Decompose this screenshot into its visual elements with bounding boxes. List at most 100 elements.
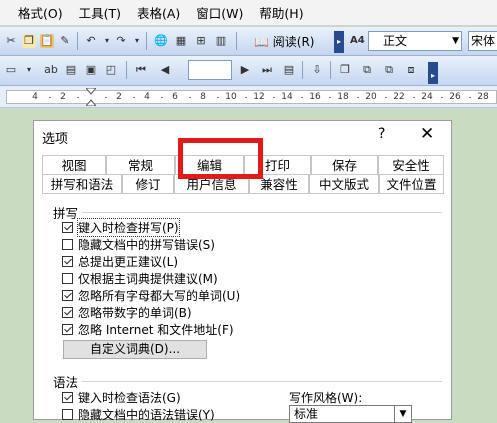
cut-icon[interactable]: ✂ [4,34,18,48]
menu-bar: 格式(O) 工具(T) 表格(A) 窗口(W) 帮助(H) [0,0,497,26]
tab-user-info[interactable]: 用户信息 [174,174,249,193]
checkbox[interactable] [62,408,73,420]
tab-security[interactable]: 安全性 [378,155,444,174]
tab-save[interactable]: 保存 [311,155,378,174]
option-main-dictionary-only[interactable]: 仅根据主词典提供建议(M) [62,270,218,286]
checkbox[interactable] [62,255,73,267]
ruler-number: 20 [365,92,377,102]
custom-dictionaries-button[interactable]: 自定义词典(D)... [63,340,207,359]
redo-icon[interactable]: ↷ [114,34,128,48]
ruler-tick [189,97,191,98]
dropdown-icon[interactable]: ▾ [22,63,36,77]
ruler-number: 8 [200,92,206,102]
insert-table-icon[interactable]: ⊞ [194,34,208,48]
page-options-icon[interactable]: ⧈ [404,63,418,77]
format-painter-icon[interactable]: ✎ [58,34,72,48]
option-always-suggest[interactable]: 总提出更正建议(L) [62,253,178,269]
tab-file-locations[interactable]: 文件位置 [379,174,444,193]
next-page-icon[interactable]: ▶ [238,63,252,77]
option-hide-spelling-errors[interactable]: 隐藏文档中的拼写错误(S) [62,236,215,252]
checkbox[interactable] [62,238,73,250]
option-label: 仅根据主词典提供建议(M) [78,271,218,286]
page-setup-icon[interactable]: ▣ [84,63,98,77]
menu-help[interactable]: 帮助(H) [259,3,303,22]
font-dropdown[interactable]: 宋体 [468,31,497,51]
option-ignore-internet-addresses[interactable]: 忽略 Internet 和文件地址(F) [62,321,234,337]
close-icon[interactable]: ✕ [420,124,434,144]
copy-icon[interactable]: ❐ [22,34,36,48]
option-label: 隐藏文档中的拼写错误(S) [78,237,215,252]
ruler-tick [77,97,79,98]
writing-style-label: 写作风格(W): [289,391,363,405]
group-divider [82,212,442,213]
option-ignore-numbers[interactable]: 忽略带数字的单词(B) [62,304,192,320]
ruler-tick [329,97,331,98]
ruler-number: 4 [144,92,150,102]
toolbar-item-icon[interactable]: ▭ [4,63,18,77]
insert-icon[interactable]: ⇩ [310,63,324,77]
option-label: 忽略 Internet 和文件地址(F) [78,322,234,337]
checkbox[interactable] [62,272,73,284]
ruler-tick [357,97,359,98]
checkbox[interactable] [62,221,73,233]
option-hide-grammar-errors[interactable]: 隐藏文档中的语法错误(Y) [62,406,215,422]
checkbox[interactable] [62,323,73,335]
tab-view[interactable]: 视图 [42,155,106,174]
tab-spelling-grammar[interactable]: 拼写和语法 [42,174,122,193]
page-icon[interactable]: ▤ [64,63,78,77]
abc-icon[interactable]: ab [44,63,58,77]
copy-page-icon[interactable]: ❐ [338,63,352,77]
indent-marker-icon[interactable] [84,87,98,108]
ruler-number: 6 [172,92,178,102]
tab-edit[interactable]: 编辑 [175,155,244,174]
style-a4-icon[interactable]: A4 [350,34,365,48]
undo-dropdown-icon[interactable]: ▾ [100,34,114,48]
hyperlink-icon[interactable]: 🌐 [154,34,168,48]
standard-toolbar: ✂ ❐ 📋 ✎ ↶ ▾ ↷ ▾ 🌐 ▦ ⊞ ▥ 📖 阅读(R) ▸ A4 正文 … [0,27,497,56]
menu-format[interactable]: 格式(O) [18,3,63,22]
page-number-input[interactable] [188,60,232,80]
tab-track-changes[interactable]: 修订 [122,174,174,193]
style-dropdown[interactable]: 正文 ▼ [368,31,462,51]
ruler-tick [245,97,247,98]
writing-style-dropdown[interactable]: 标准 ▼ [289,405,412,423]
option-label: 键入时检查语法(G) [78,390,181,405]
tab-asian-layout[interactable]: 中文版式 [309,174,379,193]
tab-compatibility[interactable]: 兼容性 [249,174,309,193]
columns-icon[interactable]: ▥ [214,34,228,48]
checkbox[interactable] [62,289,73,301]
first-page-icon[interactable]: ⏮ [134,63,148,77]
paste-icon[interactable]: 📋 [40,34,54,48]
menu-tools[interactable]: 工具(T) [79,3,121,22]
option-label: 键入时检查拼写(P) [77,217,180,237]
option-ignore-uppercase[interactable]: 忽略所有字母都大写的单词(U) [62,287,240,303]
tab-print[interactable]: 打印 [244,155,311,174]
redo-dropdown-icon[interactable]: ▾ [130,34,144,48]
style-value: 正文 [383,34,408,48]
menu-window[interactable]: 窗口(W) [196,3,243,22]
separator [77,32,78,50]
ruler-tick [301,97,303,98]
last-page-icon[interactable]: ⏭ [260,63,274,77]
help-icon[interactable]: ? [378,126,385,142]
undo-icon[interactable]: ↶ [84,34,98,48]
tables-borders-icon[interactable]: ▦ [174,34,188,48]
toolbar-options-icon[interactable]: ▸ [334,31,344,53]
option-check-grammar-as-type[interactable]: 键入时检查语法(G) [62,389,181,405]
menu-table[interactable]: 表格(A) [137,3,180,22]
link-page-icon[interactable]: ⧉ [360,63,374,77]
checkbox[interactable] [62,306,73,318]
toolbar-options-icon[interactable]: ▸ [428,62,438,84]
tab-general[interactable]: 常规 [106,155,175,174]
layout-icon[interactable]: ◰ [104,63,118,77]
ruler-strip[interactable]: 4 2 2 4 6 8 10 12 14 16 18 20 22 24 26 28 [6,87,497,107]
ruler-tick [133,97,135,98]
ruler-tick [105,97,107,98]
merge-page-icon[interactable]: ⧉ [382,63,396,77]
reading-mode-button[interactable]: 📖 阅读(R) [250,33,318,51]
separator [302,61,303,79]
print-preview-icon[interactable]: ▤ [282,63,296,77]
option-check-spelling-as-type[interactable]: 键入时检查拼写(P) [62,217,180,237]
checkbox[interactable] [62,391,73,403]
previous-page-icon[interactable]: ◀ [158,63,172,77]
